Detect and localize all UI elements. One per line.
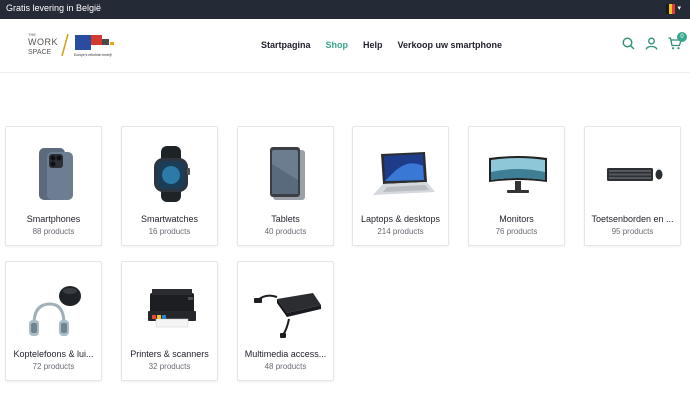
header-icons: 0 [622,32,687,50]
category-card-tablets[interactable]: Tablets 40 products [237,126,334,246]
category-name: Multimedia access... [244,349,327,359]
workspace-logo-graphic: THE WORK SPACE Europe's refurbish bedrij… [28,32,114,57]
category-card-smartwatches[interactable]: Smartwatches 16 products [121,126,218,246]
category-count: 214 products [377,227,424,236]
category-card-smartphones[interactable]: Smartphones 88 products [5,126,102,246]
logo-line1: WORK [28,37,58,47]
smartwatch-image [122,141,219,207]
category-name: Laptops & desktops [360,214,441,224]
category-name: Monitors [499,214,534,224]
category-name: Smartwatches [140,214,199,224]
smartphone-image [6,141,103,207]
category-count: 76 products [495,227,538,236]
headphones-image [6,276,103,342]
dock-image [238,276,335,342]
category-card-laptops[interactable]: Laptops & desktops 214 products [352,126,449,246]
flag-stripe-red [671,4,675,14]
main-nav: Startpagina Shop Help Verkoop uw smartph… [261,40,502,50]
tablet-image [238,141,335,207]
site-header: THE WORK SPACE Europe's refurbish bedrij… [0,19,690,73]
user-icon[interactable] [645,37,658,50]
category-card-printers[interactable]: Printers & scanners 32 products [121,261,218,381]
category-card-monitors[interactable]: Monitors 76 products [468,126,565,246]
category-count: 16 products [148,227,191,236]
category-count: 88 products [32,227,75,236]
logo-line2: SPACE [28,49,52,56]
category-card-keyboards[interactable]: Toetsenborden en ... 95 products [584,126,681,246]
cart-count-badge: 0 [677,32,687,42]
laptop-image [353,141,450,207]
printer-image [122,276,219,342]
keyboard-image [585,141,682,207]
nav-verkoop-smartphone[interactable]: Verkoop uw smartphone [398,40,503,50]
category-name: Printers & scanners [130,349,209,359]
category-name: Smartphones [26,214,81,224]
category-count: 32 products [148,362,191,371]
site-logo[interactable]: THE WORK SPACE Europe's refurbish bedrij… [26,30,126,62]
category-count: 40 products [264,227,307,236]
announcement-text: Gratis levering in België [6,3,102,13]
nav-help[interactable]: Help [363,40,383,50]
chevron-down-icon: ▾ [677,5,681,12]
category-count: 95 products [611,227,654,236]
category-card-headphones[interactable]: Koptelefoons & lui... 72 products [5,261,102,381]
belgium-flag-icon [666,4,675,14]
category-count: 72 products [32,362,75,371]
category-name: Toetsenborden en ... [591,214,674,224]
monitor-image [469,141,566,207]
cart-icon[interactable]: 0 [668,32,687,50]
announcement-bar: Gratis levering in België ▾ [0,0,690,19]
nav-startpagina[interactable]: Startpagina [261,40,311,50]
logo-slogan: Europe's refurbish bedrijf [74,53,112,57]
category-count: 48 products [264,362,307,371]
category-name: Koptelefoons & lui... [13,349,94,359]
search-icon[interactable] [622,37,635,50]
category-card-multimedia[interactable]: Multimedia access... 48 products [237,261,334,381]
language-selector[interactable]: ▾ [666,4,681,14]
category-name: Tablets [271,214,300,224]
nav-shop[interactable]: Shop [326,40,349,50]
